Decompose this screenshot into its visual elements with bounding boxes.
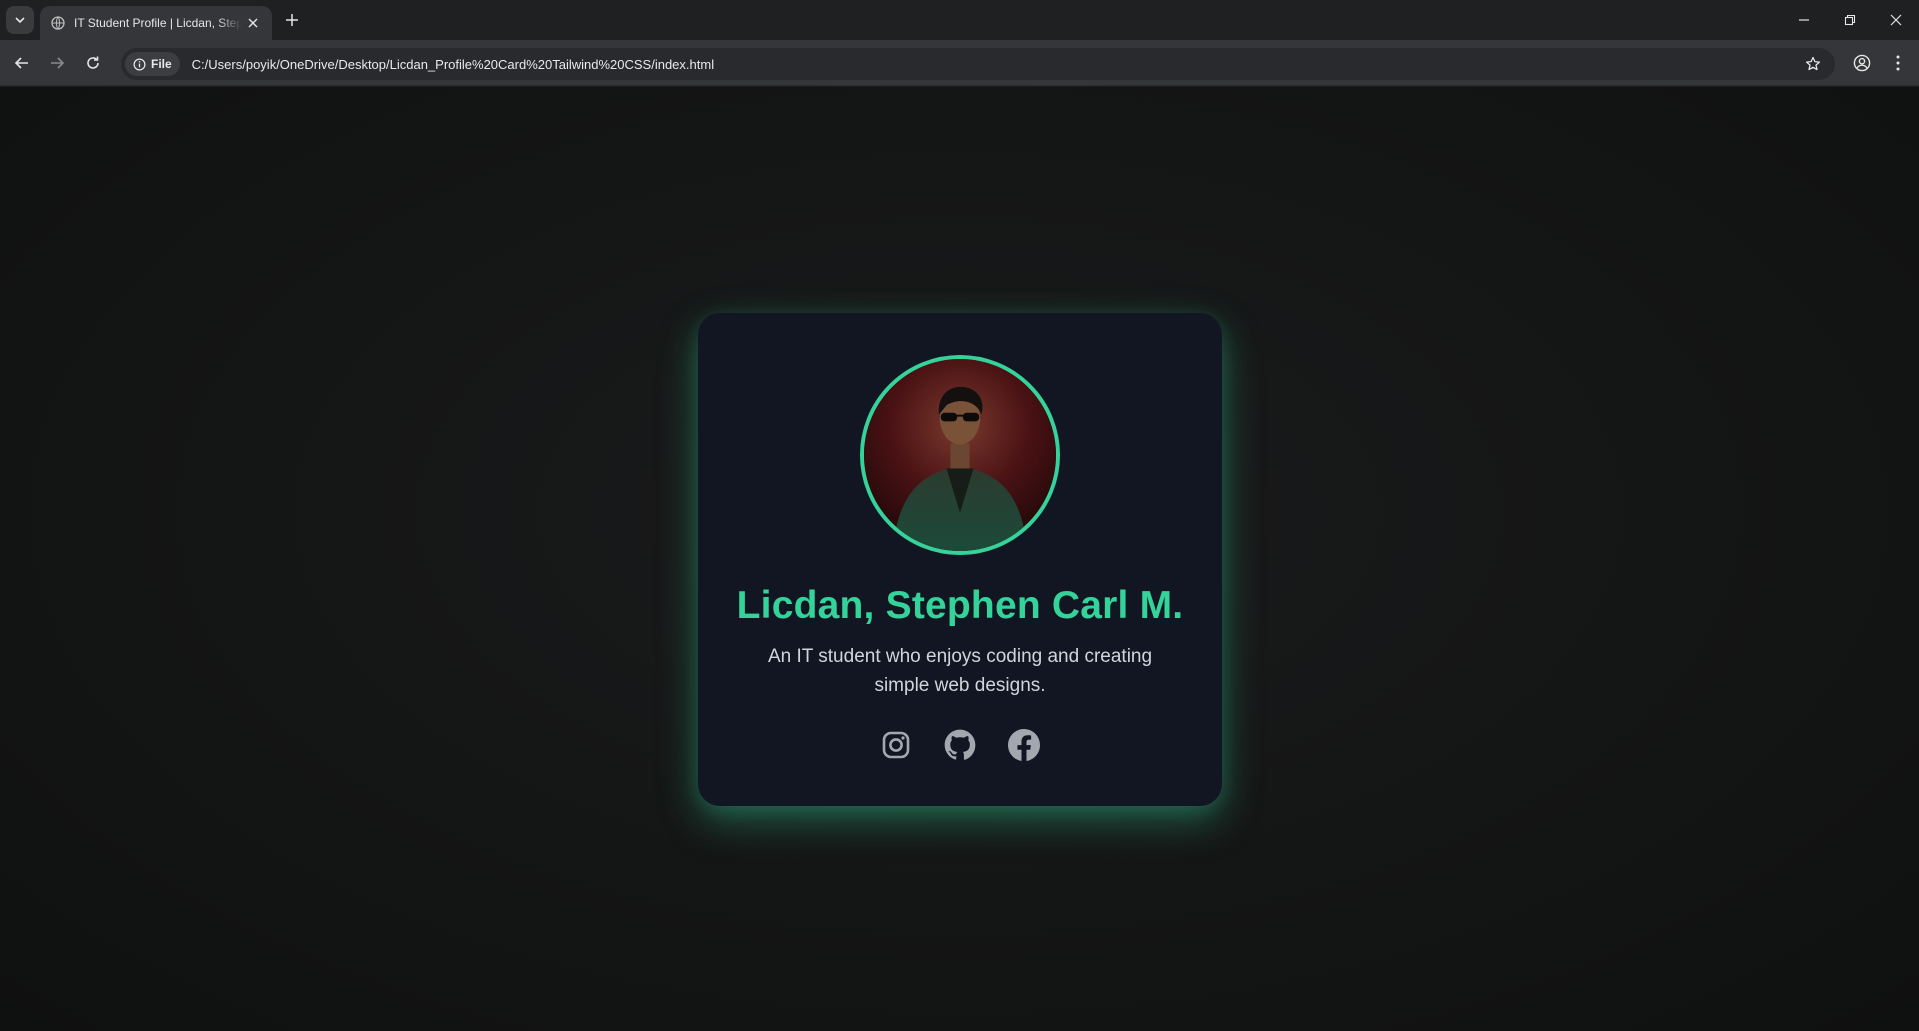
url-text[interactable]: C:/Users/poyik/OneDrive/Desktop/Licdan_P… bbox=[192, 57, 714, 72]
arrow-right-icon bbox=[51, 57, 65, 69]
back-button[interactable] bbox=[8, 49, 36, 77]
profile-name: Licdan, Stephen Carl M. bbox=[736, 584, 1184, 627]
browser-toolbar: File C:/Users/poyik/OneDrive/Desktop/Lic… bbox=[0, 40, 1919, 86]
tab-strip: IT Student Profile | Licdan, Stephen Car… bbox=[0, 0, 1919, 40]
facebook-link[interactable] bbox=[1008, 729, 1040, 761]
site-info-chip[interactable]: File bbox=[125, 52, 180, 76]
facebook-icon bbox=[1008, 729, 1040, 761]
close-icon bbox=[1890, 14, 1902, 26]
new-tab-button[interactable] bbox=[281, 9, 303, 31]
minimize-icon bbox=[1799, 19, 1809, 21]
chip-label: File bbox=[151, 57, 172, 71]
profile-photo-icon bbox=[864, 359, 1056, 551]
instagram-icon bbox=[882, 731, 910, 759]
restore-icon bbox=[1844, 14, 1856, 26]
page-viewport: Licdan, Stephen Carl M. An IT student wh… bbox=[0, 87, 1919, 1031]
account-circle-icon bbox=[1853, 54, 1871, 72]
chevron-down-icon bbox=[15, 17, 25, 24]
close-tab-icon[interactable] bbox=[244, 14, 262, 32]
social-links bbox=[698, 729, 1222, 761]
tab-title: IT Student Profile | Licdan, Stephen Car… bbox=[74, 16, 242, 30]
tab-search-button[interactable] bbox=[6, 6, 34, 34]
close-window-button[interactable] bbox=[1873, 0, 1919, 40]
bookmark-star-icon[interactable] bbox=[1801, 52, 1825, 76]
profile-button[interactable] bbox=[1848, 49, 1876, 77]
arrow-left-icon bbox=[14, 57, 28, 69]
forward-button[interactable] bbox=[43, 49, 71, 77]
github-icon bbox=[944, 729, 976, 760]
browser-tab[interactable]: IT Student Profile | Licdan, Stephen Car… bbox=[40, 6, 272, 40]
github-link[interactable] bbox=[944, 729, 976, 761]
profile-bio: An IT student who enjoys coding and crea… bbox=[767, 646, 1153, 696]
globe-icon bbox=[50, 15, 66, 31]
restore-button[interactable] bbox=[1827, 0, 1873, 40]
menu-button[interactable] bbox=[1884, 49, 1912, 77]
address-bar[interactable]: File C:/Users/poyik/OneDrive/Desktop/Lic… bbox=[121, 48, 1835, 80]
info-icon bbox=[133, 58, 146, 70]
profile-card: Licdan, Stephen Carl M. An IT student wh… bbox=[698, 313, 1222, 806]
instagram-link[interactable] bbox=[880, 729, 912, 761]
reload-button[interactable] bbox=[79, 49, 107, 77]
reload-icon bbox=[87, 56, 99, 69]
more-vertical-icon bbox=[1896, 55, 1900, 71]
plus-icon bbox=[286, 14, 298, 26]
minimize-button[interactable] bbox=[1781, 0, 1827, 40]
profile-avatar bbox=[860, 355, 1060, 555]
